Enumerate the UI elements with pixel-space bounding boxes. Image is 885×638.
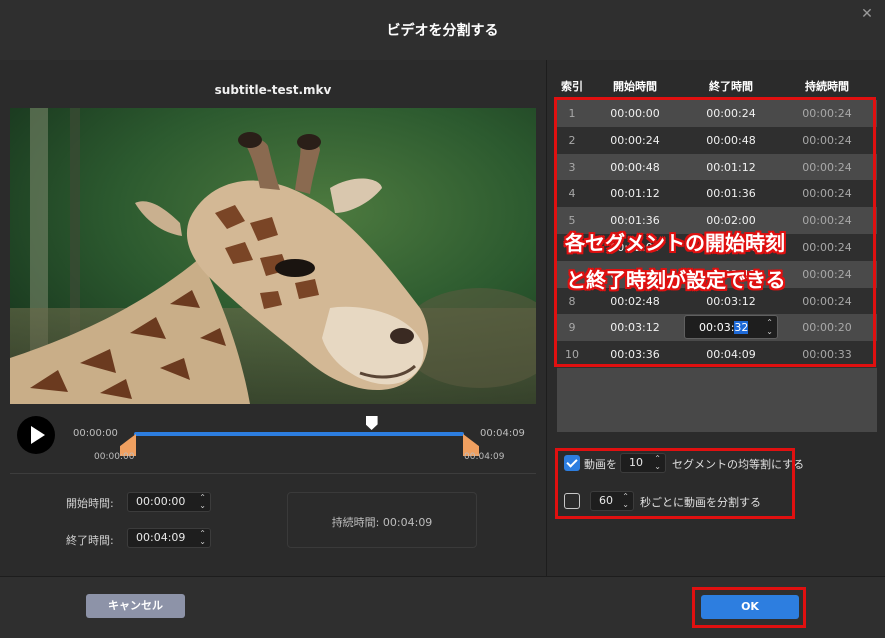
ok-button[interactable]: OK	[701, 595, 799, 619]
segment-duration: 00:00:24	[802, 240, 852, 254]
segment-start: 00:03:12	[610, 321, 660, 335]
segment-duration: 00:00:24	[802, 133, 852, 147]
segment-index: 5	[568, 214, 576, 228]
timeline-end-time: 00:04:09	[480, 428, 525, 439]
segment-start: 00:01:12	[610, 187, 660, 201]
segment-duration: 00:00:33	[802, 348, 852, 362]
split-interval-suffix: 秒ごとに動画を分割する	[640, 496, 761, 509]
dialog-title: ビデオを分割する	[386, 23, 499, 39]
segment-index: 8	[568, 294, 576, 308]
segment-start: 00:03:36	[610, 348, 660, 362]
segment-index: 1	[568, 107, 576, 120]
end-time-stepper[interactable]: 00:04:09 ⌃ ⌄	[127, 528, 211, 548]
start-time-stepper[interactable]: 00:00:00 ⌃ ⌄	[127, 492, 211, 512]
segment-end: 00:00:48	[706, 133, 756, 147]
split-equal-checkbox[interactable]	[564, 455, 580, 471]
split-interval-checkbox[interactable]	[564, 493, 580, 509]
preview-panel: subtitle-test.mkv 00:00:00 00:04:09 00:0…	[0, 60, 546, 576]
segment-index: 4	[568, 187, 576, 201]
header-duration: 持続時間	[805, 80, 849, 93]
segment-end: 00:01:12	[706, 160, 756, 174]
duration-value: 00:04:09	[382, 516, 433, 529]
end-time-edit-field[interactable]: 00:03:32 ⌃ ⌄	[684, 315, 778, 339]
header-start: 開始時間	[613, 80, 657, 93]
split-equal-suffix: セグメントの均等割にする	[672, 458, 805, 471]
play-button[interactable]	[17, 416, 55, 454]
segment-end: 00:02:24	[706, 240, 756, 254]
segment-index: 10	[565, 348, 579, 362]
video-preview[interactable]	[10, 108, 536, 404]
stepper-arrows-icon[interactable]: ⌃ ⌄	[654, 455, 661, 471]
stepper-arrows-icon[interactable]: ⌃ ⌄	[199, 530, 206, 546]
segment-index: 6	[568, 240, 576, 254]
trim-start-time: 00:00:00	[94, 452, 135, 462]
close-icon[interactable]: ✕	[859, 6, 875, 22]
segment-duration: 00:00:24	[802, 267, 852, 281]
interval-seconds-stepper[interactable]: 60 ⌃ ⌄	[590, 491, 634, 511]
playhead-marker[interactable]	[365, 416, 378, 430]
stepper-arrows-icon[interactable]: ⌃ ⌄	[766, 318, 773, 336]
segment-index: 9	[568, 321, 576, 335]
segment-start: 00:00:48	[610, 160, 660, 174]
stepper-arrows-icon[interactable]: ⌃ ⌄	[199, 494, 206, 510]
edit-value-prefix: 00:03:	[699, 321, 735, 334]
segment-index: 3	[568, 160, 576, 174]
segment-start: 00:02:00	[610, 240, 660, 254]
table-row[interactable]: 7 00:02:24 00:02:48 00:00:24	[557, 260, 877, 288]
start-time-label: 開始時間:	[66, 497, 114, 510]
file-name: subtitle-test.mkv	[214, 83, 332, 97]
split-equal-prefix: 動画を	[584, 458, 617, 471]
segment-start: 00:02:24	[610, 267, 660, 281]
segment-duration: 00:00:24	[802, 214, 852, 228]
segment-end: 00:03:12	[706, 294, 756, 308]
timeline-track[interactable]	[134, 432, 464, 436]
table-row[interactable]: 10 00:03:36 00:04:09 00:00:33	[557, 341, 877, 368]
segment-table: 索引 開始時間 終了時間 持続時間 1 00:00:00 00:00:24 00:00…	[557, 70, 877, 432]
table-row[interactable]: 4 00:01:12 00:01:36 00:00:24	[557, 180, 877, 208]
segment-end: 00:01:36	[706, 187, 756, 201]
segment-duration: 00:00:20	[802, 321, 852, 335]
duration-label: 持続時間:	[331, 516, 380, 529]
segment-start: 00:01:36	[610, 214, 660, 228]
segment-duration: 00:00:24	[802, 294, 852, 308]
cancel-button[interactable]: キャンセル	[86, 594, 185, 618]
table-row[interactable]: 2 00:00:24 00:00:48 00:00:24	[557, 126, 877, 154]
segment-end: 00:02:00	[706, 214, 756, 228]
table-row[interactable]: 5 00:01:36 00:02:00 00:00:24	[557, 207, 877, 234]
divider	[10, 473, 536, 474]
segment-end: 00:02:48	[706, 267, 756, 281]
giraffe-image	[10, 108, 536, 404]
segment-count-value: 10	[629, 456, 643, 469]
interval-seconds-value: 60	[599, 494, 613, 507]
header-index: 索引	[561, 80, 583, 93]
duration-box: 持続時間: 00:04:09	[287, 492, 477, 548]
segment-index: 2	[568, 133, 576, 147]
segment-end: 00:04:09	[706, 348, 756, 362]
table-header: 索引 開始時間 終了時間 持続時間	[557, 70, 877, 100]
segment-end: 00:00:24	[706, 107, 756, 120]
trim-end-time: 00:04:09	[464, 452, 505, 462]
end-time-label: 終了時間:	[66, 534, 114, 547]
header-end: 終了時間	[709, 80, 753, 93]
segment-count-stepper[interactable]: 10 ⌃ ⌄	[620, 453, 666, 473]
table-row[interactable]: 1 00:00:00 00:00:24 00:00:24	[557, 100, 877, 127]
timeline-start-time: 00:00:00	[73, 428, 118, 439]
segment-duration: 00:00:24	[802, 107, 852, 120]
segment-index: 7	[568, 267, 576, 281]
start-time-value: 00:00:00	[136, 495, 186, 508]
end-time-value: 00:04:09	[136, 531, 186, 544]
table-row[interactable]: 3 00:00:48 00:01:12 00:00:24	[557, 153, 877, 181]
table-row[interactable]: 8 00:02:48 00:03:12 00:00:24	[557, 287, 877, 315]
segment-start: 00:00:24	[610, 133, 660, 147]
edit-value-selected: 32	[734, 321, 749, 334]
segment-start: 00:00:00	[610, 107, 660, 120]
segment-duration: 00:00:24	[802, 160, 852, 174]
segment-duration: 00:00:24	[802, 187, 852, 201]
table-row[interactable]: 6 00:02:00 00:02:24 00:00:24	[557, 233, 877, 261]
segment-start: 00:02:48	[610, 294, 660, 308]
stepper-arrows-icon[interactable]: ⌃ ⌄	[622, 493, 629, 509]
